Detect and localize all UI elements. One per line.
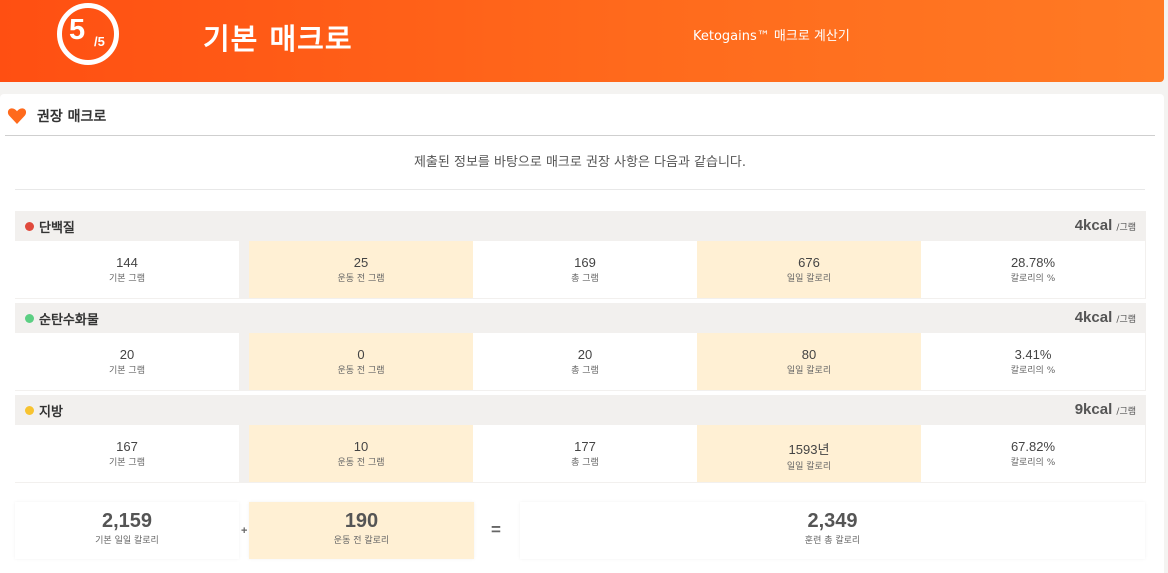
group-header: 단백질 4kcal /그램 xyxy=(15,211,1146,241)
cell-value: 80 xyxy=(801,347,817,362)
summary-preworkout-calories: 190 운동 전 칼로리 xyxy=(249,502,474,559)
divider xyxy=(15,189,1145,190)
summary-value: 2,159 xyxy=(101,510,153,532)
cell-label: 일일 칼로리 xyxy=(786,274,832,284)
summary-label: 운동 전 칼로리 xyxy=(333,536,390,546)
cell-label: 칼로리의 % xyxy=(1010,458,1056,468)
cell-value: 0 xyxy=(357,347,365,362)
step-indicator: 5 /5 xyxy=(57,3,119,65)
cell-value: 67.82% xyxy=(1010,439,1056,454)
summary-label: 기본 일일 칼로리 xyxy=(95,536,159,546)
cell-label: 총 그램 xyxy=(571,274,599,284)
cell-label: 운동 전 그램 xyxy=(337,458,385,468)
kcal-per-gram: 4kcal /그램 xyxy=(1075,217,1136,234)
group-name: 지방 xyxy=(39,405,63,420)
cell-preworkout-grams: 0 운동 전 그램 xyxy=(249,333,473,390)
cell-preworkout-grams: 25 운동 전 그램 xyxy=(249,241,473,298)
plus-icon: + xyxy=(241,525,248,537)
divider xyxy=(5,135,1155,136)
cell-value: 177 xyxy=(574,439,596,454)
cell-value: 20 xyxy=(119,347,135,362)
cell-label: 칼로리의 % xyxy=(1010,274,1056,284)
cell-label: 기본 그램 xyxy=(109,458,145,468)
carbs-dot-icon xyxy=(25,314,34,323)
cell-value: 1593년 xyxy=(788,442,830,457)
summary-base-calories: 2,159 기본 일일 칼로리 xyxy=(15,502,239,559)
kcal-value: 4kcal xyxy=(1074,217,1113,234)
cell-total-grams: 177 총 그램 xyxy=(473,425,697,482)
macro-group-fat: 지방 9kcal /그램 167 기본 그램 10 운동 전 그램 177 총 그램 … xyxy=(15,395,1146,483)
macro-group-protein: 단백질 4kcal /그램 144 기본 그램 25 운동 전 그램 169 총 그램… xyxy=(15,211,1146,299)
equals-icon: = xyxy=(491,520,501,539)
summary-value: 2,349 xyxy=(807,510,858,532)
cell-value: 676 xyxy=(798,255,820,270)
cell-calorie-percent: 3.41% 칼로리의 % xyxy=(921,333,1145,390)
heart-icon xyxy=(7,108,27,124)
cell-value: 20 xyxy=(577,347,593,362)
section-title: 권장 매크로 xyxy=(37,109,107,125)
cell-label: 총 그램 xyxy=(571,366,599,376)
cell-preworkout-grams: 10 운동 전 그램 xyxy=(249,425,473,482)
cell-base-grams: 20 기본 그램 xyxy=(15,333,239,390)
protein-dot-icon xyxy=(25,222,34,231)
cell-label: 일일 칼로리 xyxy=(786,462,832,472)
macro-group-net-carbs: 순탄수화물 4kcal /그램 20 기본 그램 0 운동 전 그램 20 총 그램 … xyxy=(15,303,1146,391)
kcal-value: 4kcal xyxy=(1074,309,1113,326)
cell-label: 기본 그램 xyxy=(109,366,145,376)
group-name: 단백질 xyxy=(39,221,75,236)
cell-value: 25 xyxy=(353,255,369,270)
cell-value: 28.78% xyxy=(1010,255,1056,270)
page-title: 기본 매크로 xyxy=(203,22,353,56)
step-current: 5 xyxy=(69,14,86,46)
cell-label: 기본 그램 xyxy=(109,274,145,284)
cell-base-grams: 167 기본 그램 xyxy=(15,425,239,482)
cell-daily-calories: 80 일일 칼로리 xyxy=(697,333,921,390)
header-banner: 5 /5 기본 매크로 Ketogains™ 매크로 계산기 xyxy=(0,0,1164,82)
cell-label: 운동 전 그램 xyxy=(337,274,385,284)
cell-label: 총 그램 xyxy=(571,458,599,468)
cell-label: 일일 칼로리 xyxy=(786,366,832,376)
kcal-per-gram: 9kcal /그램 xyxy=(1075,401,1136,418)
cell-daily-calories: 1593년일일 칼로리 xyxy=(697,425,921,482)
cell-value: 169 xyxy=(574,255,596,270)
cell-base-grams: 144 기본 그램 xyxy=(15,241,239,298)
step-total: /5 xyxy=(94,34,105,49)
cell-total-grams: 20 총 그램 xyxy=(473,333,697,390)
cell-total-grams: 169 총 그램 xyxy=(473,241,697,298)
summary-value: 190 xyxy=(344,510,379,532)
group-name: 순탄수화물 xyxy=(39,313,99,328)
kcal-per-gram: 4kcal /그램 xyxy=(1075,309,1136,326)
intro-text: 제출된 정보를 바탕으로 매크로 권장 사항은 다음과 같습니다. xyxy=(413,155,747,170)
cell-calorie-percent: 67.82% 칼로리의 % xyxy=(921,425,1145,482)
cell-value: 144 xyxy=(116,255,138,270)
cell-daily-calories: 676 일일 칼로리 xyxy=(697,241,921,298)
cell-value: 167 xyxy=(116,439,138,454)
group-header: 지방 9kcal /그램 xyxy=(15,395,1146,425)
app-subtitle: Ketogains™ 매크로 계산기 xyxy=(693,29,850,44)
cell-label: 운동 전 그램 xyxy=(337,366,385,376)
cell-value: 10 xyxy=(353,439,369,454)
kcal-unit: /그램 xyxy=(1116,223,1136,233)
summary-total-calories: 2,349 훈련 총 칼로리 xyxy=(520,502,1145,559)
summary-label: 훈련 총 칼로리 xyxy=(804,536,861,546)
group-header: 순탄수화물 4kcal /그램 xyxy=(15,303,1146,333)
kcal-value: 9kcal xyxy=(1074,401,1113,418)
fat-dot-icon xyxy=(25,406,34,415)
cell-calorie-percent: 28.78% 칼로리의 % xyxy=(921,241,1145,298)
kcal-unit: /그램 xyxy=(1116,315,1136,325)
kcal-unit: /그램 xyxy=(1116,407,1136,417)
cell-value: 3.41% xyxy=(1014,347,1052,362)
cell-label: 칼로리의 % xyxy=(1010,366,1056,376)
